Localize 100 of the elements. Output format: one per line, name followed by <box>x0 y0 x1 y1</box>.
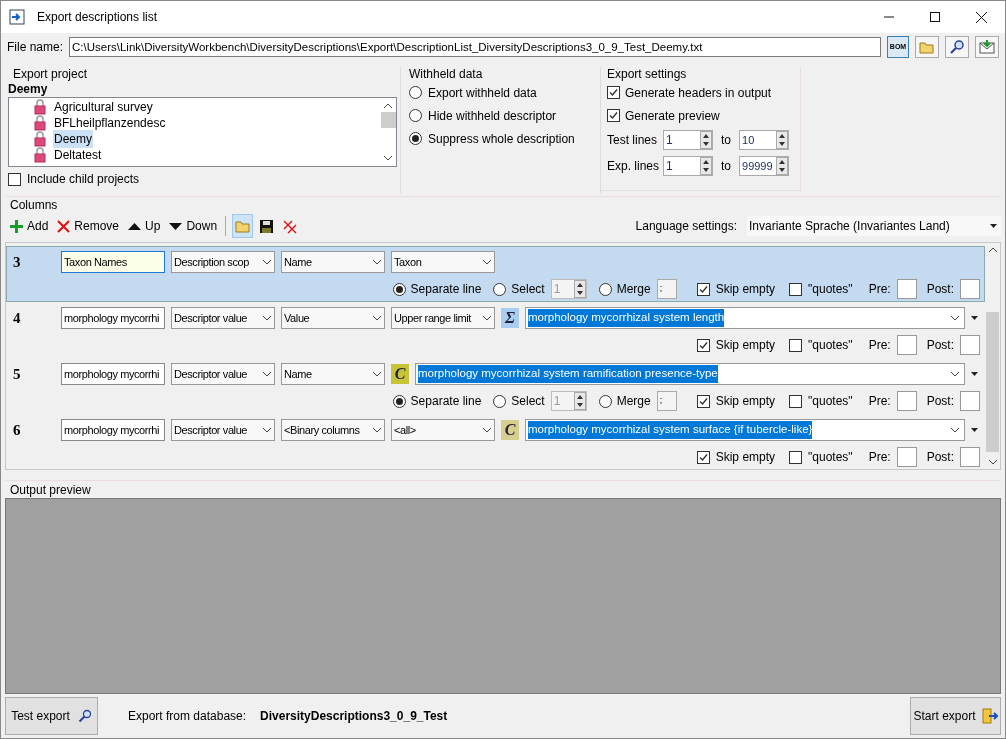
close-icon[interactable] <box>976 11 987 23</box>
checkbox[interactable] <box>607 86 620 99</box>
chevron-down-icon[interactable] <box>372 371 382 377</box>
spinner-arrows-icon[interactable] <box>573 280 586 298</box>
mail-button[interactable] <box>975 36 999 58</box>
chevron-down-icon[interactable] <box>262 371 272 377</box>
chevron-down-icon[interactable] <box>482 315 492 321</box>
dropdown-arrow-icon[interactable] <box>971 372 978 376</box>
number-spinner[interactable]: 1 <box>663 130 713 150</box>
checkbox[interactable] <box>789 450 803 464</box>
radio-button[interactable] <box>598 282 612 296</box>
checkbox[interactable] <box>696 394 710 408</box>
up-button[interactable]: Up <box>125 214 163 238</box>
column-name-field[interactable]: Taxon Names <box>61 251 165 273</box>
checkbox[interactable] <box>789 394 803 408</box>
number-spinner[interactable]: 1 <box>663 156 713 176</box>
spinner-arrows-icon[interactable] <box>573 392 586 410</box>
chevron-down-icon[interactable] <box>262 259 272 265</box>
number-spinner[interactable]: 10 <box>739 130 789 150</box>
test-export-button[interactable]: Test export <box>5 697 98 735</box>
down-button[interactable]: Down <box>166 214 220 238</box>
dropdown[interactable]: <all> <box>391 419 495 441</box>
descriptor-dropdown[interactable]: morphology mycorrhizal system surface {if tubercle-like} <box>525 419 965 441</box>
chevron-down-icon[interactable] <box>950 315 960 321</box>
project-item[interactable]: Agricultural survey <box>53 98 154 116</box>
spinner-arrows-icon[interactable] <box>776 157 788 175</box>
chevron-down-icon[interactable] <box>950 371 960 377</box>
scroll-down-icon[interactable] <box>384 156 392 161</box>
column-row[interactable]: 6 morphology mycorrhi Descriptor value <Binary columns <all> C morphology mycorrhizal system surface {if tubercle-like} Skip empty "quotes" Pre: Post: <box>6 414 985 469</box>
radio-button[interactable] <box>409 86 422 99</box>
dropdown[interactable]: Description scop <box>171 251 275 273</box>
chevron-down-icon[interactable] <box>950 427 960 433</box>
dropdown-arrow-icon[interactable] <box>971 316 978 320</box>
chevron-down-icon[interactable] <box>372 315 382 321</box>
radio-button[interactable] <box>493 394 507 408</box>
prefix-field[interactable] <box>896 335 917 355</box>
dropdown[interactable]: Value <box>281 307 385 329</box>
postfix-field[interactable] <box>960 391 980 411</box>
column-name-field[interactable]: morphology mycorrhi <box>61 307 165 329</box>
descriptor-dropdown[interactable]: morphology mycorrhizal system ramification presence-type <box>415 363 965 385</box>
file-path-field[interactable]: C:\Users\Link\DiversityWorkbench\DiversityDescriptions\Export\DescriptionList_DiversityDescriptions3_0_9_Test_Deemy.txt <box>69 37 881 57</box>
language-dropdown[interactable]: Invariante Sprache (Invariantes Land) <box>747 216 1001 236</box>
checkbox[interactable] <box>607 109 620 122</box>
checkbox[interactable] <box>8 172 21 186</box>
remove-button[interactable]: Remove <box>54 214 122 238</box>
chevron-down-icon[interactable] <box>262 315 272 321</box>
column-row[interactable]: 3 Taxon Names Description scop Name Taxon Separate line Select 1 Merge ; Skip empty "quotes" Pre: Post: <box>6 246 985 302</box>
maximize-icon[interactable] <box>930 12 940 22</box>
dropdown[interactable]: Upper range limit <box>391 307 495 329</box>
column-row[interactable]: 5 morphology mycorrhi Descriptor value Name C morphology mycorrhizal system ramification presence-type Separate line Select 1 Merge ; Skip empty "quotes" Pre: Post: <box>6 358 985 414</box>
project-list[interactable]: Agricultural survey BFLheilpflanzendesc Deemy Deltatest <box>8 97 397 167</box>
project-item[interactable]: Deemy <box>53 130 93 148</box>
radio-button[interactable] <box>392 282 406 296</box>
prefix-field[interactable] <box>896 391 917 411</box>
checkbox[interactable] <box>696 338 710 352</box>
checkbox[interactable] <box>696 282 710 296</box>
chevron-down-icon[interactable] <box>262 427 272 433</box>
descriptor-dropdown[interactable]: morphology mycorrhizal system length <box>525 307 965 329</box>
scroll-down-icon[interactable] <box>988 460 997 465</box>
spinner-arrows-icon[interactable] <box>700 157 712 175</box>
postfix-field[interactable] <box>960 335 980 355</box>
dropdown[interactable]: Name <box>281 251 385 273</box>
project-item[interactable]: BFLheilpflanzendesc <box>53 114 167 132</box>
checkbox[interactable] <box>789 338 803 352</box>
checkbox[interactable] <box>789 282 803 296</box>
column-row[interactable]: 4 morphology mycorrhi Descriptor value Value Upper range limit Σ morphology mycorrhizal system length Skip empty "quotes" Pre: Post: <box>6 302 985 358</box>
spinner-arrows-icon[interactable] <box>776 131 788 149</box>
start-export-button[interactable]: Start export <box>910 697 1001 735</box>
dropdown-arrow-icon[interactable] <box>971 428 978 432</box>
column-name-field[interactable]: morphology mycorrhi <box>61 363 165 385</box>
dropdown[interactable]: Descriptor value <box>171 419 275 441</box>
project-item[interactable]: Deltatest <box>53 146 103 164</box>
dropdown[interactable]: Name <box>281 363 385 385</box>
separator-field[interactable]: ; <box>656 391 677 411</box>
chevron-down-icon[interactable] <box>372 427 382 433</box>
dropdown[interactable]: Taxon <box>391 251 495 273</box>
chevron-down-icon[interactable] <box>372 259 382 265</box>
radio-button[interactable] <box>409 132 422 145</box>
radio-button[interactable] <box>392 394 406 408</box>
prefix-field[interactable] <box>896 279 917 299</box>
scroll-up-icon[interactable] <box>384 103 392 108</box>
scroll-up-icon[interactable] <box>988 247 997 252</box>
postfix-field[interactable] <box>960 447 980 467</box>
number-spinner[interactable]: 99999 <box>739 156 789 176</box>
chevron-down-icon[interactable] <box>482 259 492 265</box>
radio-button[interactable] <box>598 394 612 408</box>
chevron-down-icon[interactable] <box>482 427 492 433</box>
radio-button[interactable] <box>409 109 422 122</box>
spinner-arrows-icon[interactable] <box>700 131 712 149</box>
checkbox[interactable] <box>696 450 710 464</box>
add-button[interactable]: Add <box>7 214 51 238</box>
dropdown[interactable]: Descriptor value <box>171 307 275 329</box>
column-name-field[interactable]: morphology mycorrhi <box>61 419 165 441</box>
dropdown[interactable]: <Binary columns <box>281 419 385 441</box>
separator-field[interactable]: ; <box>656 279 677 299</box>
search-button[interactable] <box>945 36 969 58</box>
dropdown[interactable]: Descriptor value <box>171 363 275 385</box>
prefix-field[interactable] <box>896 447 917 467</box>
postfix-field[interactable] <box>960 279 980 299</box>
radio-button[interactable] <box>493 282 507 296</box>
